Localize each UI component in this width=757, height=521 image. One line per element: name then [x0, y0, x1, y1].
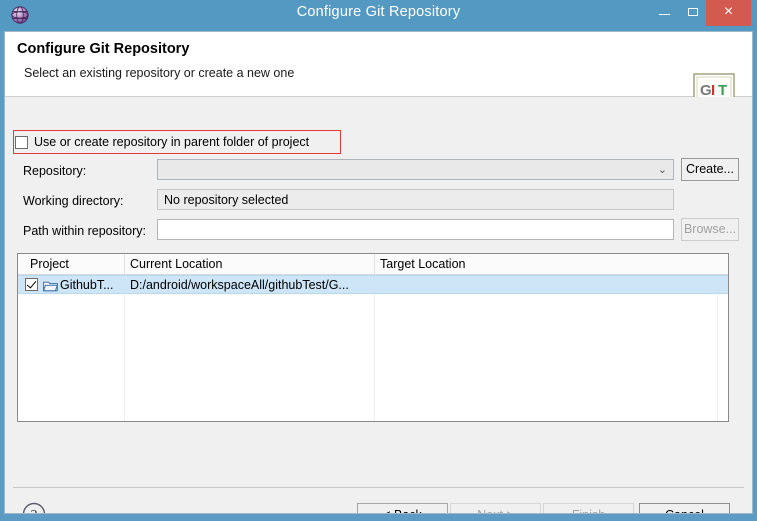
- help-icon[interactable]: ?: [21, 501, 47, 515]
- repository-combobox[interactable]: ⌄: [157, 159, 674, 180]
- chevron-down-icon: ⌄: [657, 164, 667, 176]
- dialog-content: Configure Git Repository Select an exist…: [4, 31, 753, 514]
- configure-git-repository-dialog: Configure Git Repository × Configure Git…: [0, 0, 757, 521]
- column-header-project[interactable]: Project: [30, 257, 69, 271]
- column-header-target-location[interactable]: Target Location: [380, 257, 465, 271]
- path-within-repository-input[interactable]: [157, 219, 674, 240]
- column-divider[interactable]: [124, 254, 125, 274]
- repository-label: Repository:: [23, 164, 87, 178]
- table-header-row: Project Current Location Target Location: [18, 254, 728, 275]
- create-button[interactable]: Create...: [681, 158, 739, 181]
- cell-project: GithubT...: [60, 278, 114, 292]
- maximize-icon: [688, 8, 698, 16]
- cell-current-location: D:/android/workspaceAll/githubTest/G...: [130, 278, 349, 292]
- table-body: GithubT... D:/android/workspaceAll/githu…: [18, 275, 728, 421]
- wizard-header: Configure Git Repository Select an exist…: [5, 32, 752, 118]
- finish-button: Finish: [543, 503, 634, 513]
- column-header-current-location[interactable]: Current Location: [130, 257, 222, 271]
- next-button: Next >: [450, 503, 541, 513]
- parent-folder-checkbox-row[interactable]: Use or create repository in parent folde…: [15, 133, 309, 151]
- working-directory-field: No repository selected: [157, 189, 674, 210]
- parent-folder-label: Use or create repository in parent folde…: [34, 135, 310, 149]
- column-divider: [124, 275, 125, 421]
- back-button[interactable]: < Back: [357, 503, 448, 513]
- parent-folder-checkbox[interactable]: [15, 135, 28, 149]
- table-row[interactable]: GithubT... D:/android/workspaceAll/githu…: [18, 275, 728, 294]
- page-title: Configure Git Repository: [17, 41, 190, 57]
- path-within-repository-label: Path within repository:: [23, 224, 146, 238]
- column-divider: [374, 275, 375, 421]
- footer-separator: [13, 487, 744, 488]
- svg-text:?: ?: [31, 508, 38, 515]
- close-icon: ×: [723, 3, 734, 20]
- column-divider: [717, 275, 718, 421]
- minimize-button[interactable]: [650, 0, 679, 26]
- title-bar[interactable]: Configure Git Repository ×: [0, 0, 757, 31]
- maximize-button[interactable]: [679, 0, 708, 26]
- project-folder-icon: [42, 279, 58, 292]
- row-checkbox[interactable]: [25, 278, 38, 291]
- working-directory-label: Working directory:: [23, 194, 124, 208]
- page-subtitle: Select an existing repository or create …: [24, 66, 295, 80]
- close-button[interactable]: ×: [706, 0, 751, 26]
- column-divider[interactable]: [374, 254, 375, 274]
- minimize-icon: [659, 14, 670, 15]
- cancel-button[interactable]: Cancel: [639, 503, 730, 513]
- browse-button[interactable]: Browse...: [681, 218, 739, 241]
- dialog-body: Use or create repository in parent folde…: [5, 97, 752, 513]
- window-title: Configure Git Repository: [296, 4, 461, 20]
- projects-table: Project Current Location Target Location: [17, 253, 729, 422]
- working-directory-value: No repository selected: [164, 193, 289, 207]
